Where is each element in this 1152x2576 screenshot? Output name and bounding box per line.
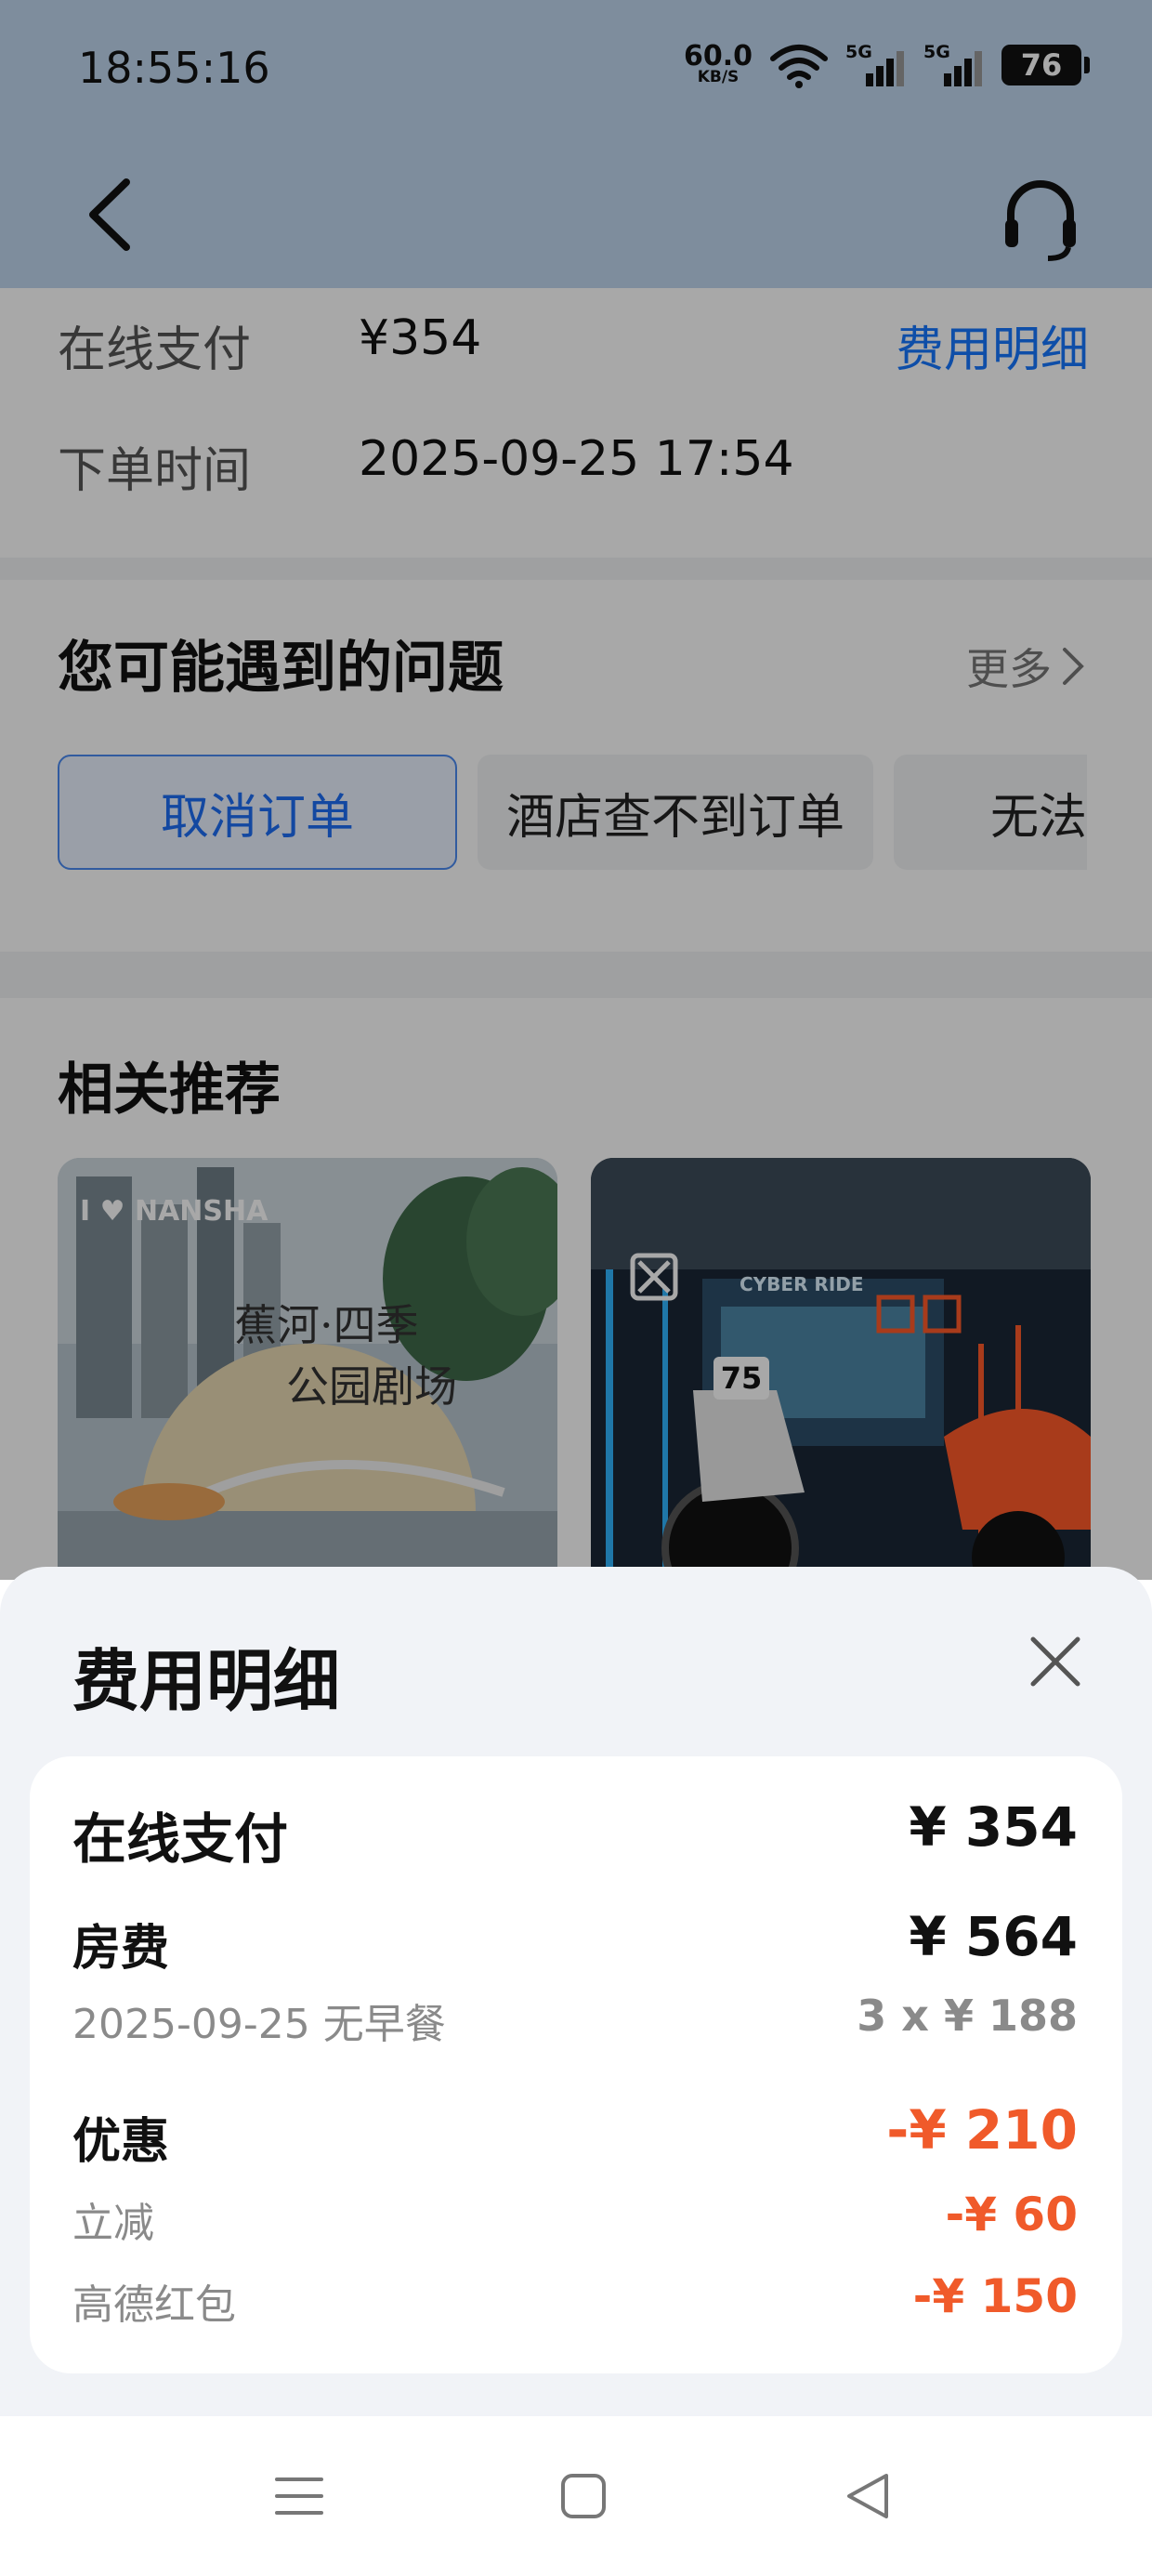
room-fee-breakdown: 3 x ¥ 188	[857, 1991, 1078, 2041]
modal-overlay[interactable]	[0, 0, 1152, 1580]
discount-value: -¥ 210	[886, 2098, 1078, 2162]
online-pay-value: ¥ 354	[909, 1795, 1078, 1859]
sheet-title: 费用明细	[72, 1642, 341, 1720]
close-icon[interactable]	[1026, 1632, 1085, 1691]
discount-item-value: -¥ 150	[912, 2269, 1078, 2323]
room-fee-label: 房费	[72, 1921, 170, 1977]
room-fee-date: 2025-09-25 无早餐	[72, 2001, 446, 2048]
system-nav-bar	[0, 2416, 1152, 2576]
discount-item-value: -¥ 60	[945, 2188, 1078, 2241]
fee-detail-sheet: 费用明细 在线支付 ¥ 354 房费 ¥ 564 2025-09-25 无早餐 …	[0, 1567, 1152, 2416]
online-pay-label: 在线支付	[72, 1807, 289, 1871]
home-square-icon[interactable]	[556, 2468, 611, 2524]
back-triangle-icon[interactable]	[840, 2468, 896, 2524]
discount-item-label: 立减	[72, 2200, 154, 2247]
discount-label: 优惠	[72, 2114, 170, 2170]
app-root: 18:55:16 60.0 KB/S 5G 5G 76 在线支付 ¥354 费用…	[0, 0, 1152, 2576]
menu-icon[interactable]	[271, 2468, 327, 2524]
room-fee-value: ¥ 564	[909, 1905, 1078, 1968]
discount-item-label: 高德红包	[72, 2281, 236, 2329]
fee-card: 在线支付 ¥ 354 房费 ¥ 564 2025-09-25 无早餐 3 x ¥…	[30, 1756, 1122, 2373]
